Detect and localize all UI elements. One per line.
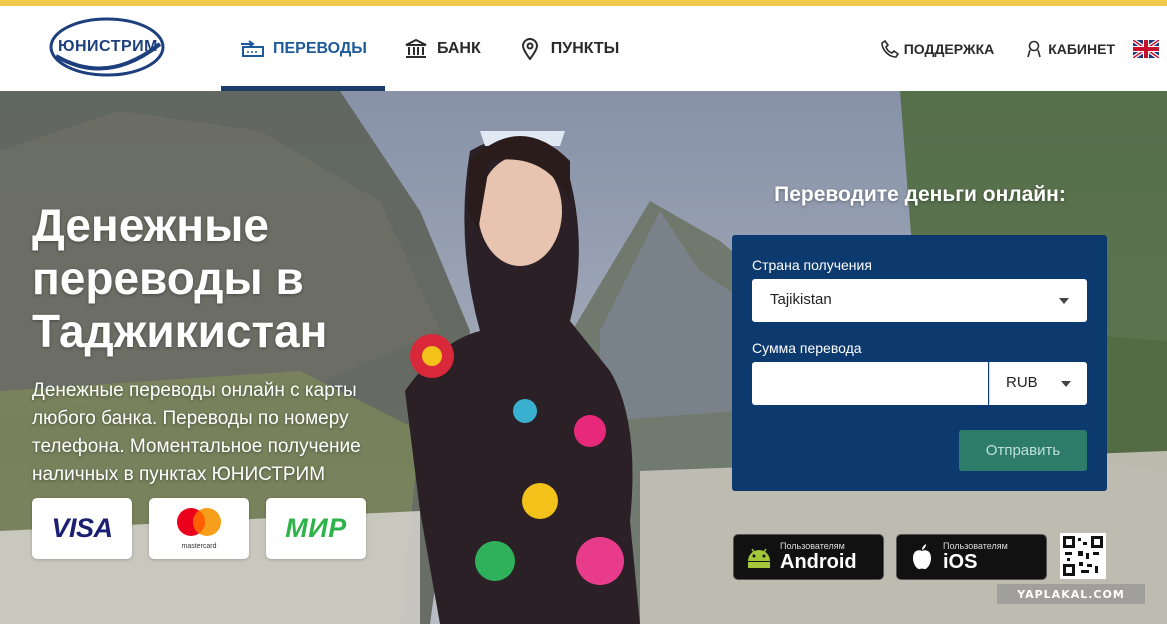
- ios-app-button[interactable]: Пользователям iOS: [896, 534, 1047, 580]
- visa-card-logo: VISA: [32, 498, 132, 559]
- mastercard-circles-icon: [177, 507, 221, 536]
- nav-item-points[interactable]: ПУНКТЫ: [499, 6, 638, 91]
- android-small-text: Пользователям: [780, 541, 845, 551]
- nav-label-bank: БАНК: [436, 39, 481, 57]
- mastercard-card-logo: mastercard: [149, 498, 249, 559]
- currency-value: RUB: [1006, 374, 1038, 391]
- mastercard-logo-text: mastercard: [181, 542, 217, 550]
- ios-small-text: Пользователям: [943, 541, 1008, 551]
- ios-big-text: iOS: [943, 551, 978, 573]
- watermark: YAPLAKAL.COM: [997, 584, 1145, 604]
- country-select[interactable]: Tajikistan: [752, 279, 1087, 322]
- send-button[interactable]: Отправить: [959, 430, 1087, 471]
- nav-label-transfers: ПЕРЕВОДЫ: [273, 39, 367, 57]
- country-value: Tajikistan: [770, 291, 832, 308]
- qr-code-icon: [1060, 533, 1106, 579]
- hero-title: Денежные переводы в Таджикистан: [32, 199, 328, 357]
- form-title: Переводите деньги онлайн:: [774, 183, 1066, 206]
- chevron-down-icon: [1059, 298, 1069, 304]
- logo[interactable]: ЮНИСТРИМ: [48, 16, 166, 78]
- mir-logo-text: МИР: [285, 513, 347, 543]
- nav-item-bank[interactable]: БАНК: [385, 6, 499, 91]
- hero-banner: Денежные переводы в Таджикистан Денежные…: [0, 91, 1167, 624]
- android-big-text: Android: [780, 551, 857, 573]
- transfer-form: Страна получения Tajikistan Сумма перево…: [732, 235, 1107, 491]
- phone-icon: [880, 39, 900, 59]
- uk-flag-icon[interactable]: [1133, 39, 1159, 58]
- android-icon: [744, 542, 774, 572]
- header-right: ПОДДЕРЖКА КАБИНЕТ: [850, 6, 1159, 91]
- site-header: ЮНИСТРИМ ПЕРЕВОДЫ БАНК ПУНКТЫ ПОДДЕРЖКА …: [0, 6, 1167, 91]
- cabinet-label: КАБИНЕТ: [1048, 40, 1115, 57]
- map-pin-icon: [517, 37, 543, 60]
- cabinet-link[interactable]: КАБИНЕТ: [1024, 39, 1115, 59]
- hero-subtitle: Денежные переводы онлайн с карты любого …: [32, 380, 361, 485]
- android-app-button[interactable]: Пользователям Android: [733, 534, 884, 580]
- logo-text: ЮНИСТРИМ: [58, 38, 158, 55]
- visa-logo-text: VISA: [51, 513, 113, 543]
- amount-input[interactable]: [752, 362, 988, 405]
- support-label: ПОДДЕРЖКА: [903, 40, 995, 57]
- country-label: Страна получения: [752, 257, 872, 273]
- nav-item-transfers[interactable]: ПЕРЕВОДЫ: [221, 6, 385, 91]
- amount-label: Сумма перевода: [752, 340, 862, 356]
- chevron-down-icon: [1061, 381, 1071, 387]
- bank-icon: [403, 38, 429, 60]
- currency-select[interactable]: RUB: [989, 362, 1087, 405]
- apple-icon: [907, 542, 937, 572]
- support-link[interactable]: ПОДДЕРЖКА: [880, 39, 995, 59]
- user-icon: [1024, 39, 1044, 59]
- mir-card-logo: МИР: [266, 498, 366, 559]
- transfer-icon: [239, 38, 265, 60]
- main-nav: ПЕРЕВОДЫ БАНК ПУНКТЫ: [221, 6, 637, 91]
- nav-label-points: ПУНКТЫ: [550, 39, 620, 57]
